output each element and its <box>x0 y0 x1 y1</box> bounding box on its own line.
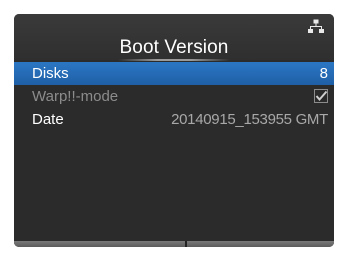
list-item-warp-mode[interactable]: Warp!!-mode <box>14 85 334 108</box>
footer-softkeys <box>14 241 334 247</box>
list-item-label: Date <box>32 111 64 128</box>
softkey-left-button[interactable] <box>14 241 185 247</box>
printer-display-screen: Boot Version Disks 8 Warp!!-mode Date 20… <box>14 14 334 247</box>
list-item-label: Warp!!-mode <box>32 88 119 105</box>
page-title: Boot Version <box>119 37 229 58</box>
network-icon <box>308 19 324 33</box>
list-item-disks[interactable]: Disks 8 <box>14 62 334 85</box>
list-item-label: Disks <box>32 65 69 82</box>
settings-list: Disks 8 Warp!!-mode Date 20140915_153955… <box>14 62 334 131</box>
list-item-value: 8 <box>319 65 328 82</box>
list-item-date[interactable]: Date 20140915_153955 GMT <box>14 108 334 131</box>
checkbox-checked-icon <box>314 89 328 103</box>
header-bar: Boot Version <box>14 14 334 61</box>
title-underline <box>118 59 230 61</box>
list-item-value: 20140915_153955 GMT <box>171 111 328 128</box>
softkey-right-button[interactable] <box>187 241 334 247</box>
